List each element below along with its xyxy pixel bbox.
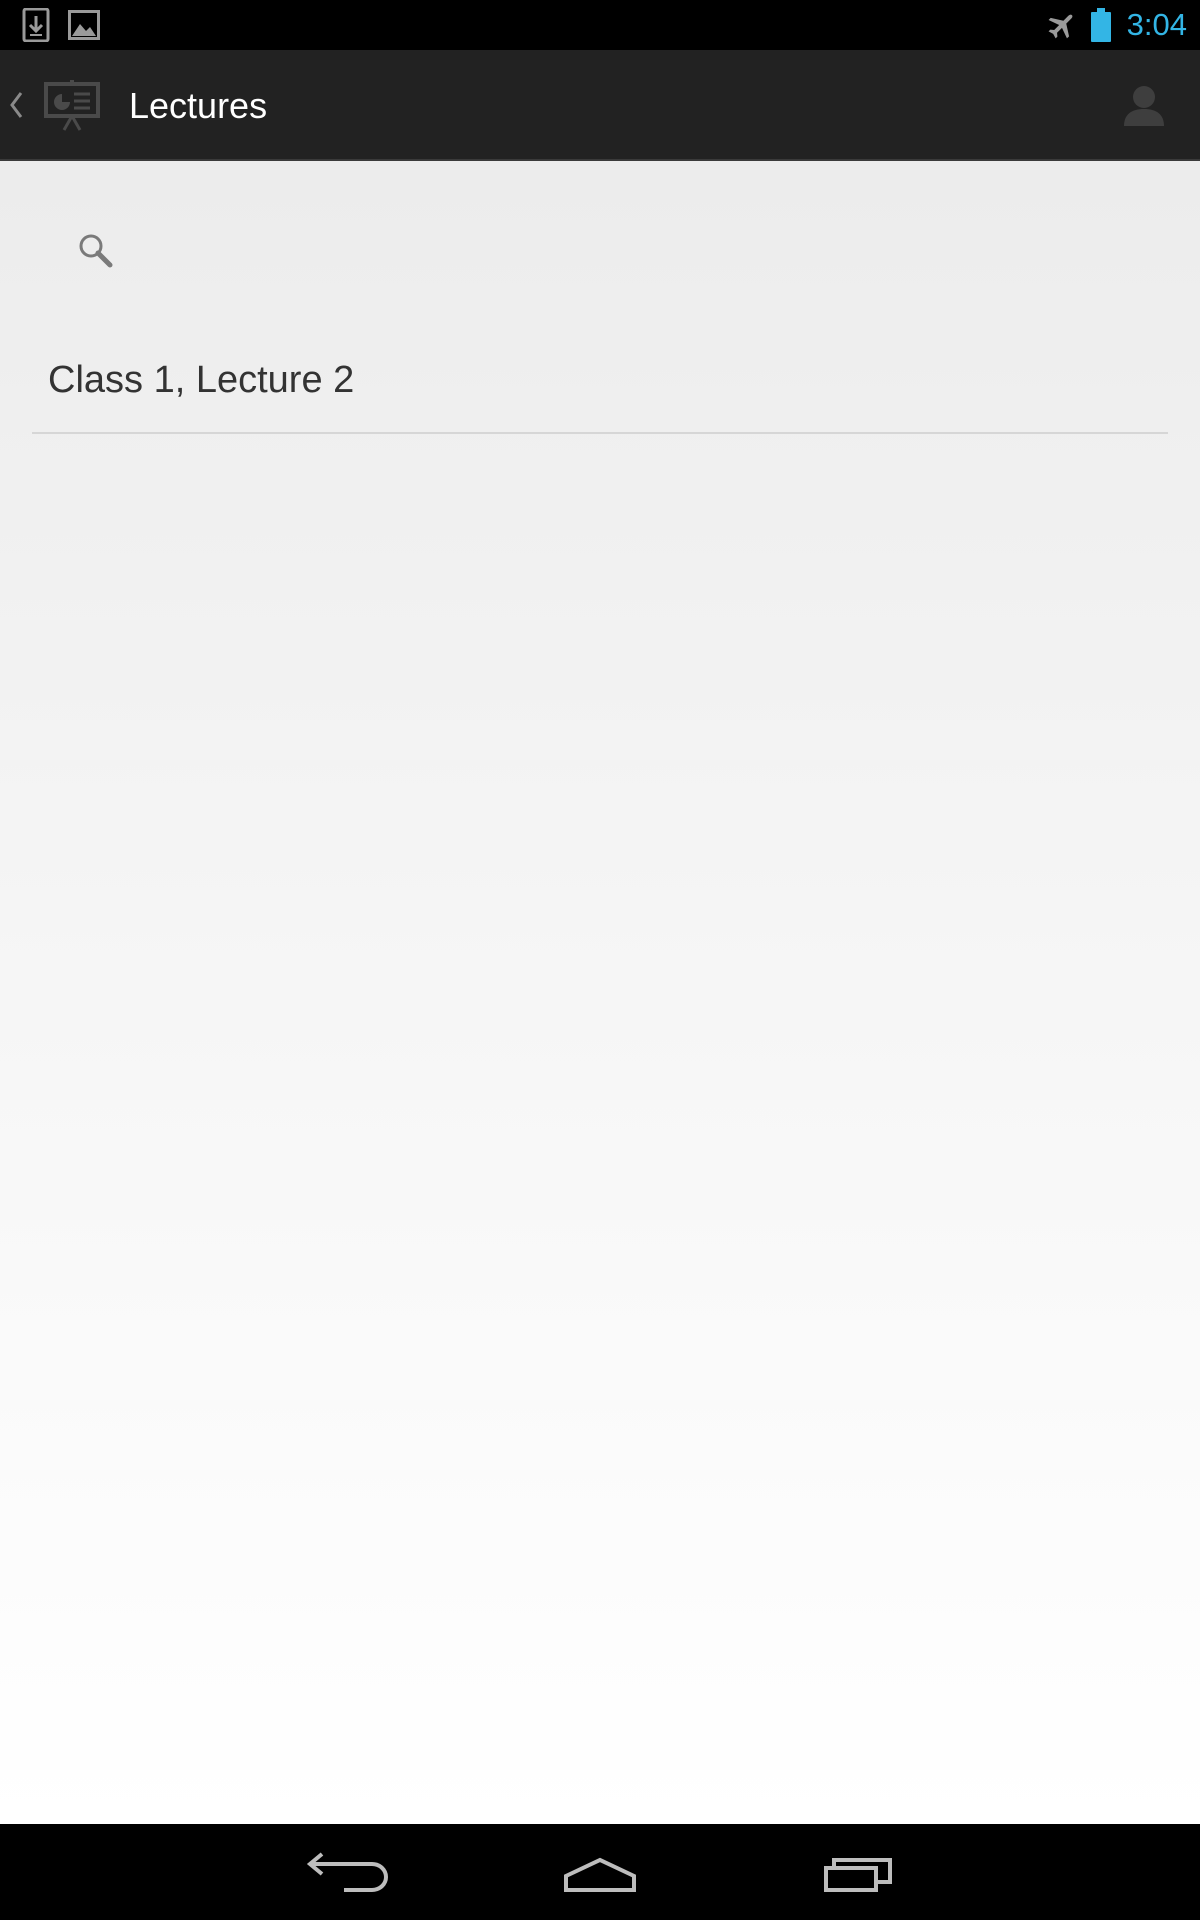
status-bar: 3:04 xyxy=(0,0,1200,50)
search-button[interactable] xyxy=(64,221,128,285)
account-button[interactable] xyxy=(1108,70,1180,142)
lectures-list-area: Class 1, Lecture 2 xyxy=(0,161,1200,1824)
account-icon xyxy=(1124,84,1164,131)
page-title: Lectures xyxy=(129,85,268,126)
airplane-mode-icon xyxy=(1046,9,1078,46)
nav-recent-apps-button[interactable] xyxy=(778,1824,938,1920)
image-notification-icon xyxy=(68,10,100,45)
status-clock: 3:04 xyxy=(1126,7,1187,42)
action-bar: Lectures xyxy=(0,50,1200,161)
nav-back-button[interactable] xyxy=(264,1824,424,1920)
lecture-list-item[interactable]: Class 1, Lecture 2 xyxy=(32,326,1168,434)
lecture-title: Class 1, Lecture 2 xyxy=(48,359,355,401)
back-chevron-icon xyxy=(8,90,24,125)
navigation-bar xyxy=(0,1824,1200,1920)
search-icon xyxy=(76,231,116,276)
download-notification-icon xyxy=(22,7,50,47)
battery-icon xyxy=(1090,8,1112,47)
nav-home-button[interactable] xyxy=(520,1824,680,1920)
up-navigation-button[interactable] xyxy=(0,50,120,161)
presentation-app-icon xyxy=(44,80,100,137)
